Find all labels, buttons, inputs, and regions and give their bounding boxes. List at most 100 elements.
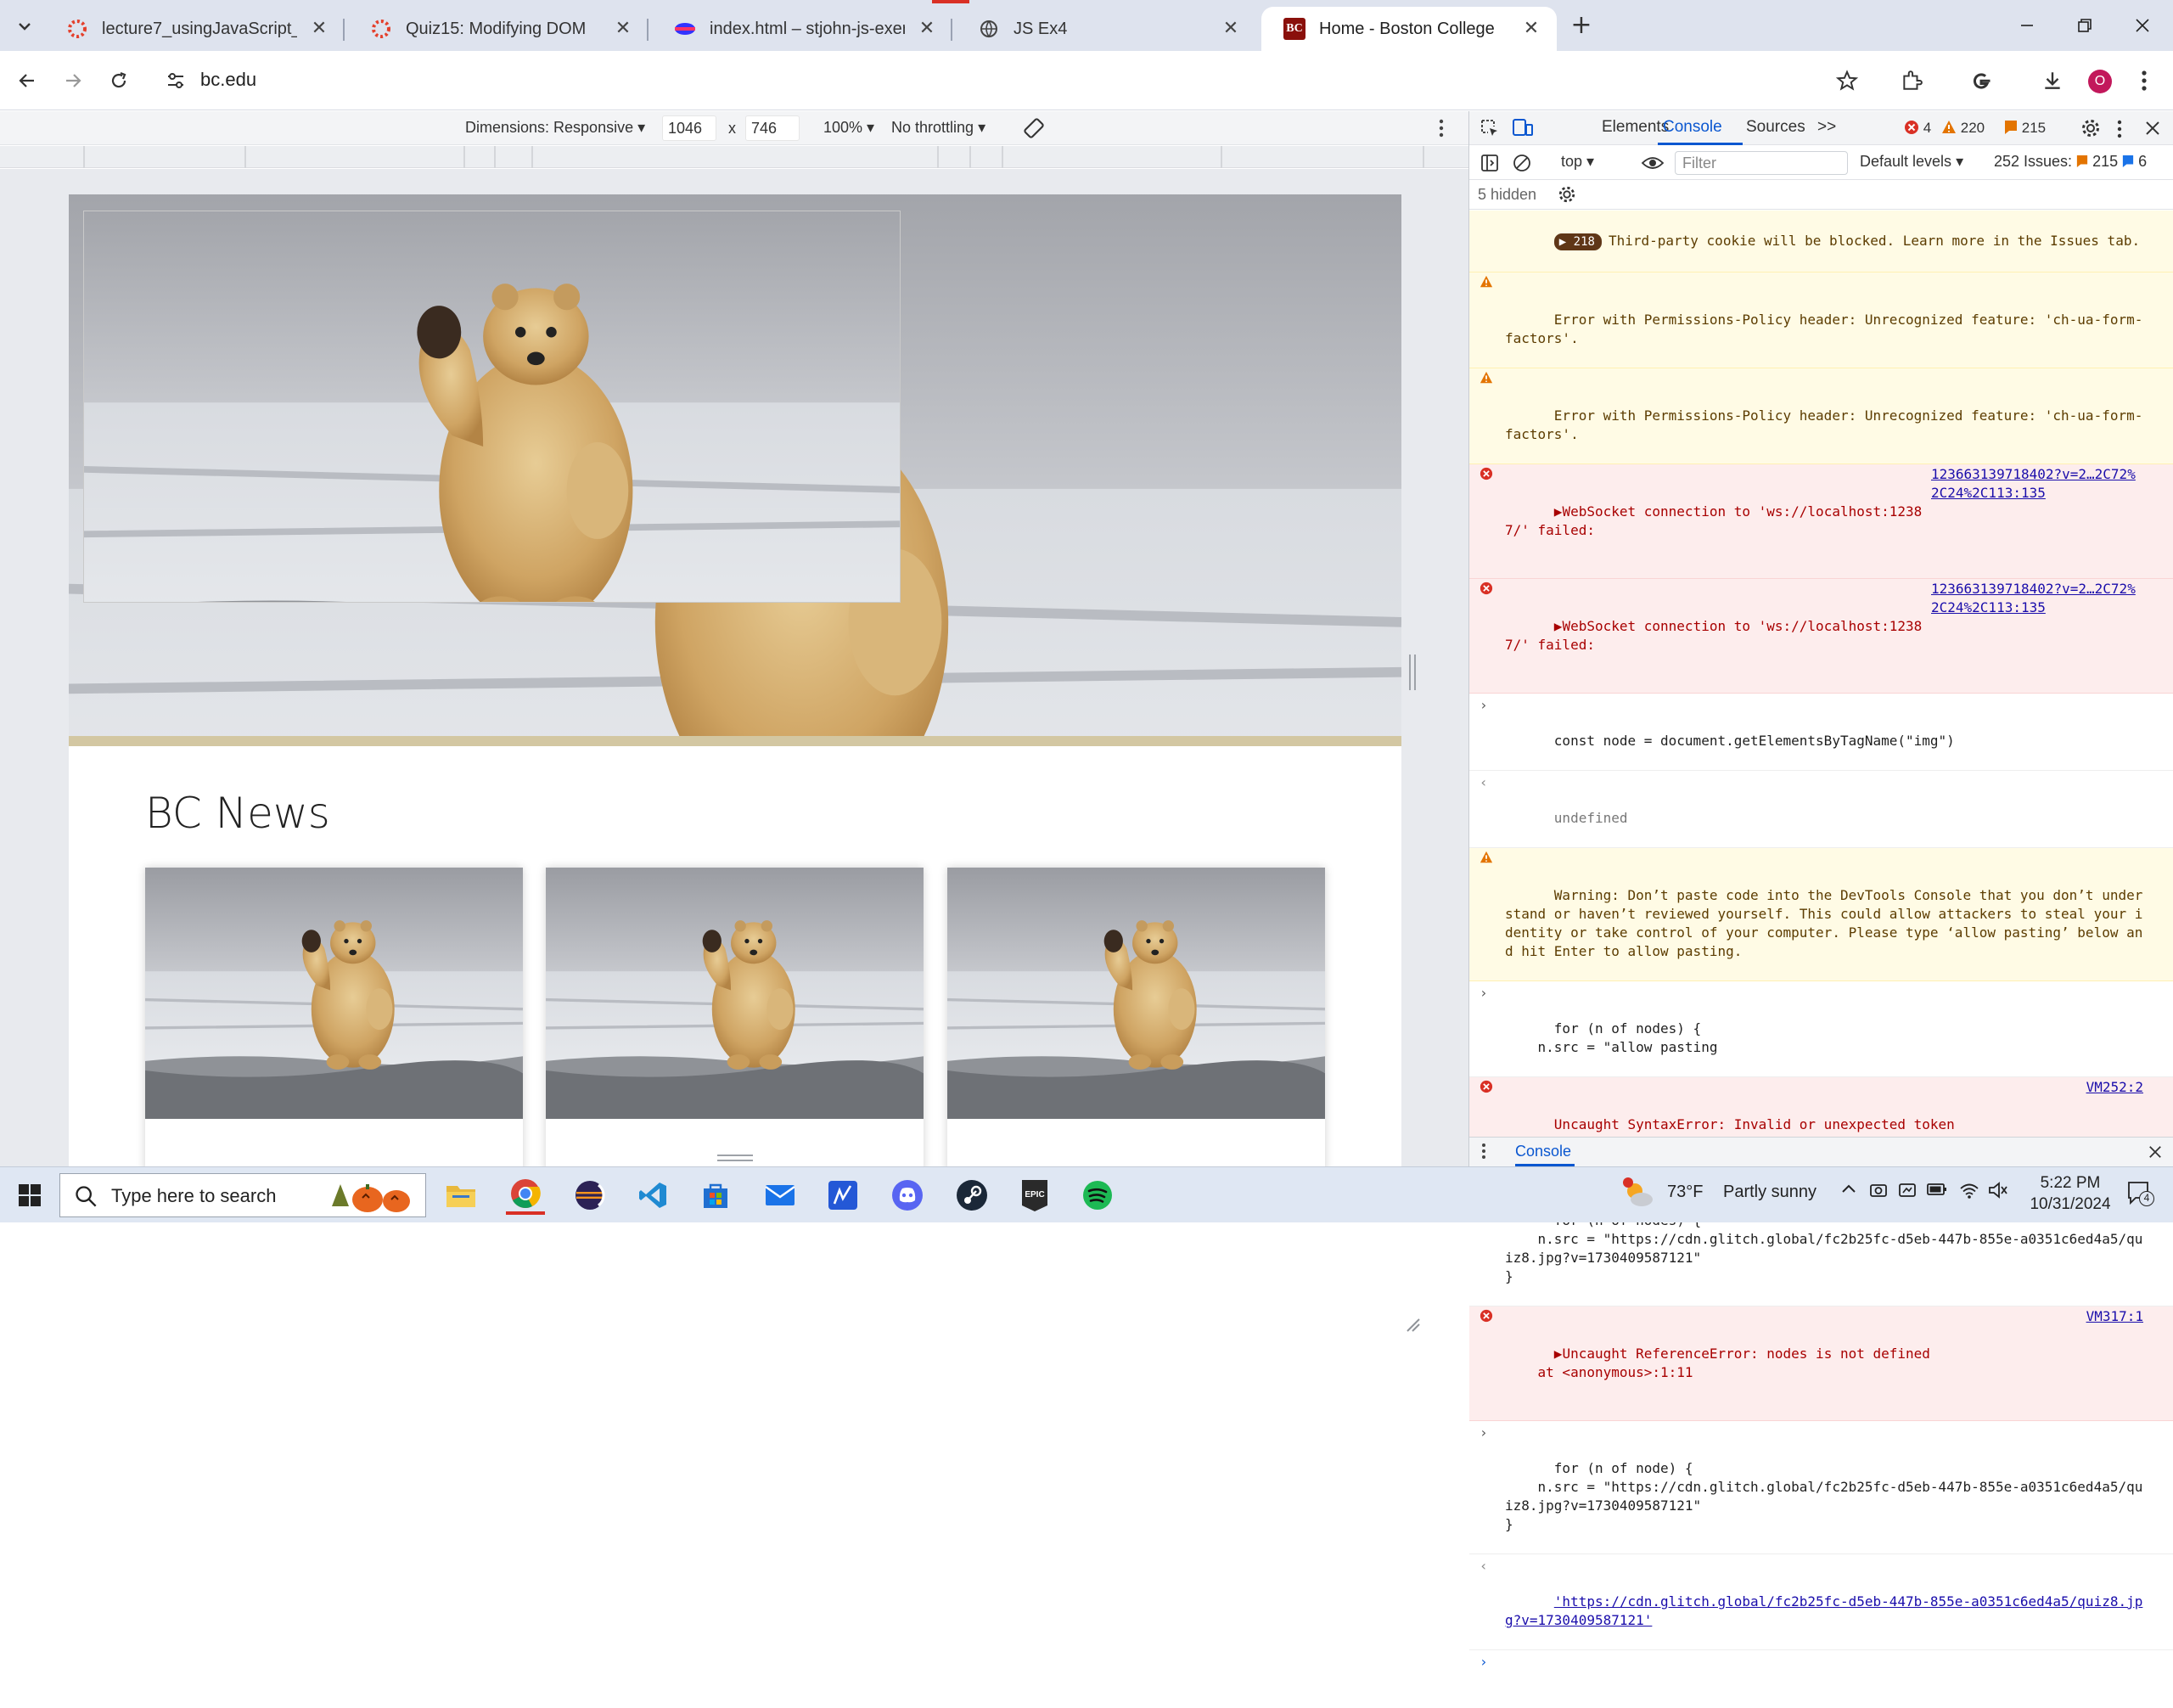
- taskbar-clock[interactable]: 5:22 PM 10/31/2024: [2020, 1172, 2120, 1215]
- close-icon[interactable]: ✕: [1219, 17, 1243, 41]
- minimize-button[interactable]: [2008, 10, 2046, 41]
- weather-temperature[interactable]: 73°F: [1667, 1183, 1703, 1202]
- restore-button[interactable]: [2066, 10, 2103, 41]
- news-card[interactable]: [947, 868, 1325, 1166]
- url-text[interactable]: bc.edu: [200, 69, 256, 91]
- wifi-icon[interactable]: [1959, 1181, 1979, 1200]
- news-card[interactable]: [546, 868, 924, 1166]
- spotify-app[interactable]: [1078, 1176, 1117, 1215]
- new-tab-button[interactable]: +: [1567, 12, 1596, 41]
- zoom-dropdown[interactable]: 100% ▾: [823, 119, 874, 137]
- console-input-entry[interactable]: › const node = document.getElementsByTag…: [1469, 694, 2173, 771]
- console-result[interactable]: ‹ 'https://cdn.glitch.global/fc2b25fc-d5…: [1469, 1554, 2173, 1650]
- clear-console-button[interactable]: [1512, 153, 1532, 173]
- source-link[interactable]: VM317:1: [2086, 1307, 2143, 1326]
- close-icon[interactable]: ✕: [1519, 17, 1543, 41]
- battery-icon[interactable]: [1927, 1183, 1947, 1196]
- device-toggle-button[interactable]: [1512, 118, 1534, 138]
- epic-games-app[interactable]: EPIC: [1015, 1176, 1054, 1215]
- writing-app[interactable]: [823, 1176, 862, 1215]
- tab-index-html[interactable]: index.html – stjohn-js-exercise ✕: [652, 0, 969, 51]
- close-drawer-button[interactable]: [2148, 1145, 2162, 1159]
- log-levels-dropdown[interactable]: Default levels ▾: [1860, 153, 1963, 171]
- sidebar-toggle-button[interactable]: [1480, 153, 1500, 173]
- rotate-button[interactable]: [1022, 116, 1046, 140]
- close-icon[interactable]: ✕: [611, 17, 635, 41]
- context-selector[interactable]: top ▾: [1561, 153, 1594, 171]
- expand-arrow-icon[interactable]: ▶: [1554, 618, 1563, 634]
- issues-summary[interactable]: 252 Issues: 215 6: [1994, 153, 2147, 171]
- tab-console[interactable]: Console: [1663, 118, 1722, 137]
- console-message-warning[interactable]: Warning: Don’t paste code into the DevTo…: [1469, 848, 2173, 981]
- tab-boston-college[interactable]: BC Home - Boston College ✕: [1261, 7, 1557, 51]
- eclipse-app[interactable]: [570, 1176, 609, 1215]
- news-card[interactable]: [145, 868, 523, 1166]
- console-message-warning[interactable]: Error with Permissions-Policy header: Un…: [1469, 368, 2173, 464]
- google-button[interactable]: [1966, 65, 1996, 96]
- throttling-dropdown[interactable]: No throttling ▾: [891, 119, 985, 137]
- dimensions-dropdown[interactable]: Dimensions: Responsive ▾: [465, 119, 645, 137]
- reload-button[interactable]: [104, 65, 134, 96]
- expand-arrow-icon[interactable]: ▶: [1554, 1346, 1563, 1362]
- steam-app[interactable]: [952, 1176, 991, 1215]
- console-input-entry[interactable]: › for (n of node) { n.src = "https://cdn…: [1469, 1421, 2173, 1554]
- file-explorer-app[interactable]: [441, 1176, 480, 1215]
- notification-center-button[interactable]: 4: [2127, 1181, 2154, 1206]
- address-bar[interactable]: bc.edu: [153, 61, 1850, 100]
- tab-lecture7[interactable]: lecture7_usingJavaScript_stu.pdf ✕: [44, 7, 345, 51]
- close-devtools-button[interactable]: [2145, 121, 2160, 136]
- show-hidden-icons-button[interactable]: [1840, 1181, 1857, 1198]
- devtools-settings-button[interactable]: [2080, 118, 2101, 138]
- console-settings-button[interactable]: [1558, 185, 1576, 204]
- app-tray-icon[interactable]: [1898, 1181, 1917, 1200]
- error-counter[interactable]: 4: [1904, 120, 1931, 137]
- downloads-button[interactable]: [2037, 65, 2068, 96]
- discord-app[interactable]: [888, 1176, 927, 1215]
- drawer-tab-console[interactable]: Console: [1515, 1143, 1571, 1160]
- close-icon[interactable]: ✕: [307, 17, 331, 41]
- forward-button[interactable]: [58, 65, 88, 96]
- tab-search-button[interactable]: [10, 12, 39, 41]
- console-message-error[interactable]: ▶WebSocket connection to 'ws://localhost…: [1469, 464, 2173, 579]
- console-prompt[interactable]: ›: [1469, 1650, 2173, 1708]
- tab-js-ex4[interactable]: JS Ex4 ✕: [956, 7, 1256, 51]
- resize-corner-icon[interactable]: [1406, 1318, 1421, 1333]
- volume-icon[interactable]: [1988, 1181, 2008, 1200]
- extensions-button[interactable]: [1896, 65, 1927, 96]
- chrome-app[interactable]: [506, 1176, 545, 1215]
- weather-widget[interactable]: [1621, 1177, 1655, 1211]
- tab-quiz15[interactable]: Quiz15: Modifying DOM ✕: [348, 7, 649, 51]
- tab-elements[interactable]: Elements: [1602, 118, 1669, 137]
- close-icon[interactable]: ✕: [915, 17, 939, 41]
- site-info-icon[interactable]: [165, 70, 187, 92]
- back-button[interactable]: [12, 65, 42, 96]
- inspect-element-button[interactable]: [1480, 118, 1500, 138]
- source-link[interactable]: 123663139718402?v=2…2C72%2C24%2C113:135: [1931, 580, 2143, 617]
- width-input[interactable]: 1046: [662, 115, 716, 141]
- more-tabs-button[interactable]: >>: [1817, 118, 1836, 137]
- devtools-menu-button[interactable]: [2116, 119, 2123, 139]
- source-link[interactable]: 123663139718402?v=2…2C72%2C24%2C113:135: [1931, 465, 2143, 503]
- console-message-warning[interactable]: ▶ 218 Third-party cookie will be blocked.…: [1469, 211, 2173, 272]
- profile-avatar[interactable]: O: [2088, 70, 2112, 93]
- warning-counter[interactable]: 220: [1941, 120, 1985, 137]
- expand-arrow-icon[interactable]: ▶: [1554, 503, 1563, 520]
- console-input-entry[interactable]: › for (n of nodes) { n.src = "allow past…: [1469, 981, 2173, 1077]
- viewport-bottom-resize-handle[interactable]: [717, 1155, 753, 1161]
- start-button[interactable]: [10, 1176, 49, 1215]
- microsoft-store-app[interactable]: [696, 1176, 735, 1215]
- bookmark-star-button[interactable]: [1832, 65, 1862, 96]
- close-window-button[interactable]: [2124, 10, 2161, 41]
- chrome-menu-button[interactable]: [2129, 65, 2159, 96]
- console-message-warning[interactable]: Error with Permissions-Policy header: Un…: [1469, 272, 2173, 368]
- mail-app[interactable]: [761, 1176, 800, 1215]
- console-message-error[interactable]: ▶Uncaught ReferenceError: nodes is not d…: [1469, 1306, 2173, 1421]
- drawer-menu-button[interactable]: [1481, 1143, 1486, 1160]
- tab-sources[interactable]: Sources: [1746, 118, 1805, 137]
- issues-counter[interactable]: 215: [2004, 120, 2046, 137]
- vscode-app[interactable]: [633, 1176, 672, 1215]
- viewport-resize-handle[interactable]: [1409, 655, 1416, 690]
- source-link[interactable]: VM252:2: [2086, 1078, 2143, 1097]
- live-expression-button[interactable]: [1641, 153, 1665, 173]
- camera-tray-icon[interactable]: [1869, 1181, 1888, 1200]
